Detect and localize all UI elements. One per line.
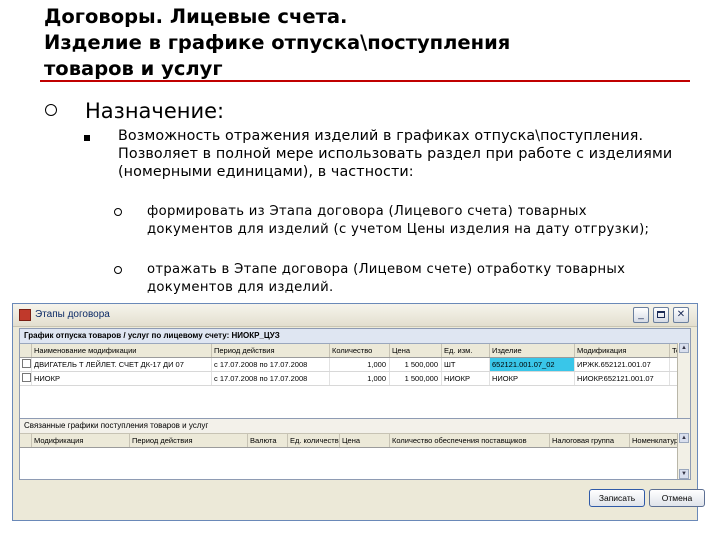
cell-price[interactable]: 1 500,000 <box>390 358 442 371</box>
table-row[interactable]: НИОКР с 17.07.2008 по 17.07.2008 1,000 1… <box>20 372 690 386</box>
bullet-level3-text: отражать в Этапе договора (Лицевом счете… <box>147 262 626 295</box>
column-header[interactable]: Ед. количества <box>288 434 340 447</box>
hollow-bullet-icon <box>45 104 57 116</box>
cell-modification[interactable]: ИРЖК.652121.001.07 <box>575 358 670 371</box>
title-line-2: Изделие в графике отпуска\поступления <box>44 31 511 54</box>
app-icon <box>19 309 31 321</box>
grid-title: Связанные графики поступления товаров и … <box>20 419 690 434</box>
row-marker-header <box>20 344 32 357</box>
checkbox-icon <box>22 359 31 368</box>
maximize-button[interactable] <box>653 307 669 323</box>
column-header[interactable]: Валюта <box>248 434 288 447</box>
column-header[interactable]: Изделие <box>490 344 575 357</box>
save-button[interactable]: Записать <box>589 489 645 507</box>
cell-product[interactable]: НИОКР <box>490 372 575 385</box>
bullet-level2: Возможность отражения изделий в графиках… <box>84 127 684 181</box>
title-line-1: Договоры. Лицевые счета. <box>44 5 348 28</box>
column-header[interactable]: Количество обеспечения поставщиков <box>390 434 550 447</box>
cell-unit[interactable]: НИОКР <box>442 372 490 385</box>
cell-period[interactable]: с 17.07.2008 по 17.07.2008 <box>212 358 330 371</box>
scroll-up-icon[interactable]: ▲ <box>679 343 689 353</box>
window-titlebar[interactable]: Этапы договора _ ✕ <box>13 304 697 327</box>
window-title: Этапы договора <box>35 309 110 320</box>
close-button[interactable]: ✕ <box>673 307 689 323</box>
row-checkbox[interactable] <box>20 372 32 385</box>
bullet-level1: Назначение: <box>45 99 224 123</box>
column-header[interactable]: Цена <box>390 344 442 357</box>
hollow-bullet-icon <box>114 208 122 216</box>
cell-unit[interactable]: ШТ <box>442 358 490 371</box>
title-line-3: товаров и услуг <box>44 57 223 80</box>
column-header[interactable]: Цена <box>340 434 390 447</box>
scroll-down-icon[interactable]: ▼ <box>679 469 689 479</box>
cancel-button[interactable]: Отмена <box>649 489 705 507</box>
cell-price[interactable]: 1 500,000 <box>390 372 442 385</box>
linked-schedules-grid: Связанные графики поступления товаров и … <box>19 418 691 480</box>
stages-window: Этапы договора _ ✕ График отпуска товаро… <box>12 303 705 521</box>
bullet-level2-text: Возможность отражения изделий в графиках… <box>118 128 673 180</box>
cell-quantity[interactable]: 1,000 <box>330 358 390 371</box>
cell-quantity[interactable]: 1,000 <box>330 372 390 385</box>
slide-title: Договоры. Лицевые счета. Изделие в графи… <box>44 4 684 82</box>
bullet-level3-item: отражать в Этапе договора (Лицевом счете… <box>113 261 673 297</box>
cell-modification[interactable]: НИОКР.652121.001.07 <box>575 372 670 385</box>
cell-product[interactable]: 652121.001.07_02 <box>490 358 575 371</box>
column-header[interactable]: Период действия <box>212 344 330 357</box>
scroll-up-icon[interactable]: ▲ <box>679 433 689 443</box>
column-header[interactable]: Наименование модификации <box>32 344 212 357</box>
minimize-button[interactable]: _ <box>633 307 649 323</box>
cell-period[interactable]: с 17.07.2008 по 17.07.2008 <box>212 372 330 385</box>
title-underline <box>40 80 690 82</box>
bullet-level3-text: формировать из Этапа договора (Лицевого … <box>147 204 650 237</box>
vertical-scrollbar[interactable]: ▲ ▼ <box>677 433 690 479</box>
table-row[interactable]: ДВИГАТЕЛЬ Т ЛЕЙЛЕТ. СЧЕТ ДК-17 ДИ 07 с 1… <box>20 358 690 372</box>
checkbox-icon <box>22 373 31 382</box>
grid-header: Наименование модификации Период действия… <box>20 344 690 358</box>
column-header[interactable]: Модификация <box>575 344 670 357</box>
maximize-icon <box>657 311 665 318</box>
square-bullet-icon <box>84 135 90 141</box>
hollow-bullet-icon <box>114 266 122 274</box>
row-marker-header <box>20 434 32 447</box>
column-header[interactable]: Налоговая группа <box>550 434 630 447</box>
grid-title: График отпуска товаров / услуг по лицево… <box>20 329 690 344</box>
row-checkbox[interactable] <box>20 358 32 371</box>
cell-name[interactable]: ДВИГАТЕЛЬ Т ЛЕЙЛЕТ. СЧЕТ ДК-17 ДИ 07 <box>32 358 212 371</box>
column-header[interactable]: Период действия <box>130 434 248 447</box>
bullet-level1-text: Назначение: <box>85 99 225 123</box>
bullet-level3-item: формировать из Этапа договора (Лицевого … <box>113 203 673 239</box>
column-header[interactable]: Количество <box>330 344 390 357</box>
column-header[interactable]: Ед. изм. <box>442 344 490 357</box>
cell-name[interactable]: НИОКР <box>32 372 212 385</box>
grid-header: Модификация Период действия Валюта Ед. к… <box>20 434 690 448</box>
column-header[interactable]: Модификация <box>32 434 130 447</box>
